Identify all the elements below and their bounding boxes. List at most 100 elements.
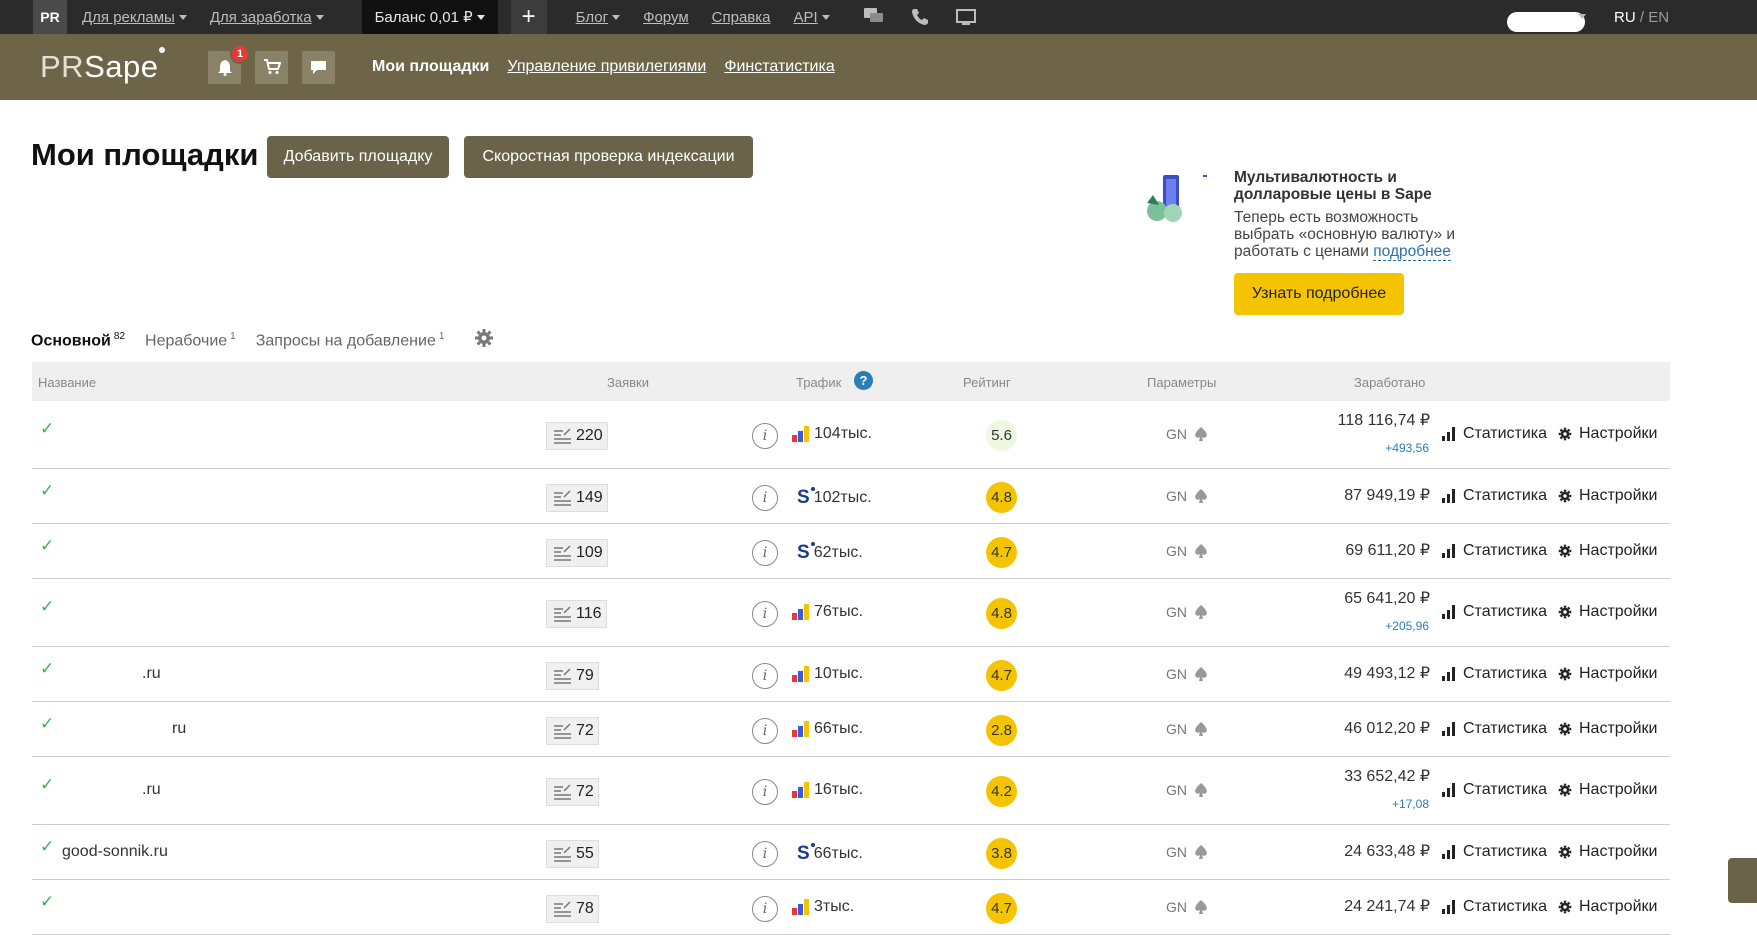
nav-finstats[interactable]: Финстатистика: [724, 58, 834, 76]
promo-learn-more-button[interactable]: Узнать подробнее: [1234, 273, 1404, 315]
tab-inactive[interactable]: Нерабочие 1: [145, 331, 236, 350]
requests-button[interactable]: 72: [546, 716, 599, 745]
table-header: Название Заявки Трафик ? Рейтинг Парамет…: [32, 362, 1670, 401]
traffic-text: 3тыс.: [814, 897, 855, 915]
requests-button[interactable]: 79: [546, 661, 599, 690]
lang-ru[interactable]: RU: [1614, 9, 1636, 26]
lang-en[interactable]: EN: [1648, 9, 1669, 26]
statistics-label: Статистика: [1463, 897, 1548, 915]
statistics-link[interactable]: Статистика: [1442, 720, 1547, 738]
settings-link[interactable]: Настройки: [1558, 781, 1657, 799]
promo-more-link[interactable]: подробнее: [1373, 243, 1451, 261]
info-icon[interactable]: i: [752, 840, 778, 867]
col-rating[interactable]: Рейтинг: [963, 375, 1011, 390]
settings-link[interactable]: Настройки: [1558, 603, 1657, 621]
active-check-icon: ✓: [40, 713, 55, 733]
add-site-button[interactable]: Добавить площадку: [267, 136, 449, 178]
info-icon[interactable]: i: [752, 423, 778, 449]
traffic-help-icon[interactable]: ?: [854, 371, 873, 393]
tab-requests[interactable]: Запросы на добавление 1: [256, 331, 445, 350]
requests-button[interactable]: 149: [546, 483, 608, 512]
params: GN: [1166, 488, 1209, 504]
index-check-button[interactable]: Скоростная проверка индексации: [464, 136, 753, 178]
active-check-icon: ✓: [40, 658, 55, 678]
tab-main[interactable]: Основной 82: [31, 331, 125, 350]
cart-button[interactable]: [255, 50, 288, 84]
traffic-text: 102тыс.: [813, 488, 872, 506]
nav-my-sites[interactable]: Мои площадки: [372, 58, 489, 76]
help-link[interactable]: Справка: [712, 9, 771, 26]
requests-icon: [554, 489, 571, 506]
info-icon[interactable]: i: [752, 484, 778, 511]
header-bar: PRSape 1 Мои площадки Управление привиле…: [0, 34, 1757, 100]
earned-amount: 49 493,12 ₽: [1344, 664, 1430, 682]
statistics-link[interactable]: Статистика: [1442, 542, 1547, 560]
site-name[interactable]: good-sonnik.ru: [62, 843, 168, 861]
site-name[interactable]: ru: [172, 720, 186, 738]
monitor-icon[interactable]: [955, 7, 976, 27]
col-params[interactable]: Параметры: [1147, 375, 1216, 390]
statistics-link[interactable]: Статистика: [1442, 487, 1547, 505]
tab-inactive-label: Нерабочие: [145, 332, 228, 349]
support-chat-button[interactable]: [1728, 858, 1757, 903]
logo-pr: PR: [40, 49, 85, 84]
requests-button[interactable]: 220: [546, 422, 608, 450]
requests-button[interactable]: 55: [546, 839, 599, 868]
col-requests[interactable]: Заявки: [607, 375, 649, 390]
phone-icon[interactable]: [910, 7, 930, 27]
gear-icon: [1558, 783, 1572, 797]
api-menu[interactable]: API: [793, 9, 830, 26]
notification-badge: 1: [230, 43, 250, 64]
info-icon[interactable]: i: [752, 539, 778, 566]
for-earn-menu[interactable]: Для заработка: [210, 9, 324, 26]
statistics-link[interactable]: Статистика: [1442, 425, 1547, 443]
ya-metrika-icon: [792, 665, 809, 682]
settings-link[interactable]: Настройки: [1558, 843, 1657, 861]
settings-link[interactable]: Настройки: [1558, 542, 1657, 560]
user-menu[interactable]: [1507, 12, 1585, 32]
blog-menu[interactable]: Блог: [576, 9, 621, 26]
settings-link[interactable]: Настройки: [1558, 425, 1657, 443]
chat-icon[interactable]: [863, 7, 884, 27]
promo-illustration: [1147, 175, 1207, 222]
bar-chart-icon: [1442, 427, 1455, 441]
info-icon[interactable]: i: [752, 717, 778, 744]
col-name[interactable]: Название: [38, 375, 96, 390]
pr-tab[interactable]: PR: [33, 0, 67, 34]
balance-menu[interactable]: Баланс 0,01 ₽: [361, 0, 498, 34]
site-name[interactable]: .ru: [142, 665, 161, 683]
settings-link[interactable]: Настройки: [1558, 487, 1657, 505]
requests-button[interactable]: 109: [546, 538, 608, 567]
statistics-label: Статистика: [1463, 842, 1548, 860]
notifications-button[interactable]: 1: [208, 43, 250, 84]
info-icon[interactable]: i: [752, 779, 778, 805]
statistics-link[interactable]: Статистика: [1442, 603, 1547, 621]
info-icon[interactable]: i: [752, 601, 778, 627]
statistics-link[interactable]: Статистика: [1442, 898, 1547, 916]
forum-link[interactable]: Форум: [643, 9, 689, 26]
col-earned[interactable]: Заработано: [1354, 375, 1425, 390]
gn-label: GN: [1166, 720, 1187, 737]
info-icon[interactable]: i: [752, 662, 778, 689]
add-funds-button[interactable]: +: [510, 0, 547, 34]
for-ads-menu[interactable]: Для рекламы: [82, 9, 187, 26]
requests-button[interactable]: 116: [546, 600, 607, 628]
statistics-link[interactable]: Статистика: [1442, 781, 1547, 799]
settings-link[interactable]: Настройки: [1558, 665, 1657, 683]
statistics-link[interactable]: Статистика: [1442, 665, 1547, 683]
nav-privileges[interactable]: Управление привилегиями: [507, 58, 706, 76]
settings-link[interactable]: Настройки: [1558, 898, 1657, 916]
col-traffic[interactable]: Трафик: [796, 375, 841, 390]
language-switch[interactable]: RU / EN: [1614, 9, 1669, 26]
logo[interactable]: PRSape: [40, 47, 165, 85]
statistics-link[interactable]: Статистика: [1442, 843, 1547, 861]
site-name[interactable]: .ru: [142, 781, 161, 799]
messages-button[interactable]: [302, 50, 335, 84]
requests-button[interactable]: 78: [546, 894, 599, 923]
statistics-label: Статистика: [1463, 425, 1548, 442]
settings-link[interactable]: Настройки: [1558, 720, 1657, 738]
tabs-settings-gear-icon[interactable]: [474, 328, 494, 353]
requests-button[interactable]: 72: [546, 778, 599, 806]
info-icon[interactable]: i: [752, 895, 778, 922]
rating-badge: 2.8: [986, 714, 1017, 746]
